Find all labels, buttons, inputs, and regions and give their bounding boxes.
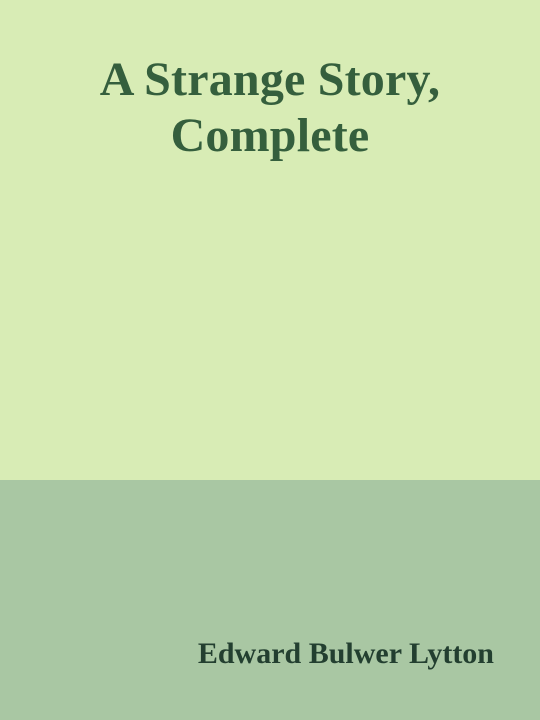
book-title-line-2: Complete — [170, 109, 370, 162]
book-cover: A Strange Story, Complete Edward Bulwer … — [0, 0, 540, 720]
book-title: A Strange Story, Complete — [0, 52, 540, 164]
book-author: Edward Bulwer Lytton — [197, 637, 494, 670]
book-title-line-1: A Strange Story, — [99, 53, 441, 106]
cover-bottom-panel — [0, 480, 540, 720]
